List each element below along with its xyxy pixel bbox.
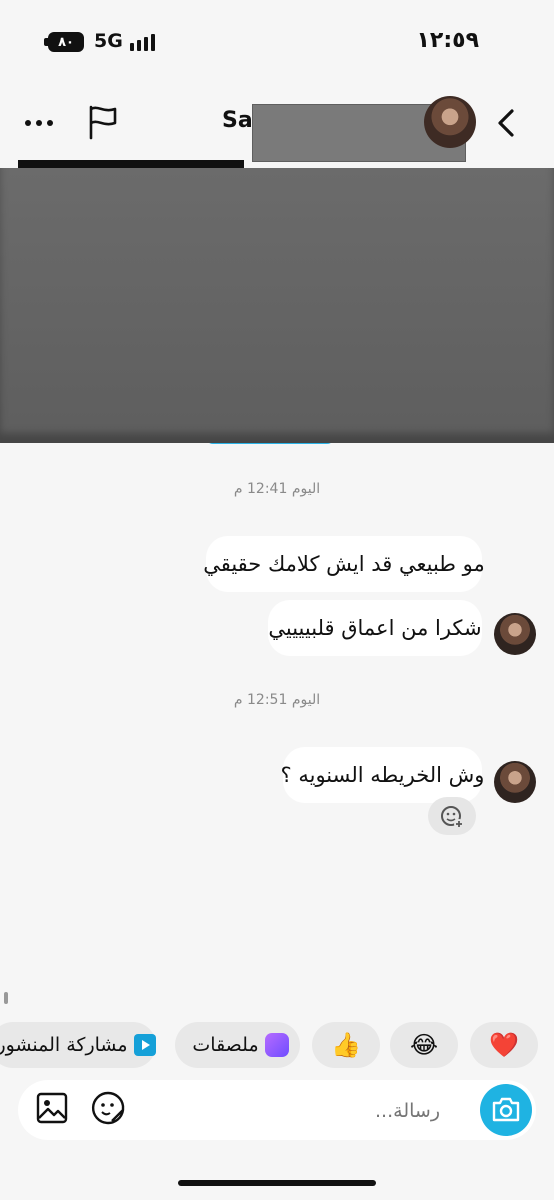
home-indicator[interactable] — [178, 1180, 376, 1186]
battery-indicator: ٨٠ — [48, 32, 84, 52]
message-bubble-sent[interactable]: مو طبيعي قد ايش كلامك حقيقي — [203, 536, 485, 592]
status-clock: ١٢:٥٩ — [416, 28, 479, 53]
share-post-button[interactable]: مشاركة المنشور — [0, 1022, 156, 1068]
sender-avatar[interactable] — [494, 613, 536, 655]
laughing-face-icon: 😂 — [409, 1031, 439, 1059]
camera-button[interactable] — [480, 1084, 532, 1136]
sticker-app-icon — [264, 1033, 289, 1057]
network-type: 5G — [94, 30, 123, 52]
gallery-icon[interactable] — [36, 1092, 68, 1124]
thumbs-up-icon: 👍 — [331, 1031, 361, 1059]
thumbs-up-button[interactable]: 👍 — [312, 1022, 380, 1068]
scrollbar[interactable] — [4, 992, 8, 1004]
message-bubble-received[interactable]: وش الخريطه السنويه ؟ — [281, 747, 484, 803]
redacted-content — [0, 168, 554, 443]
chevron-right-icon[interactable] — [492, 106, 522, 140]
flag-icon[interactable] — [86, 104, 120, 140]
add-reaction-button[interactable] — [428, 797, 476, 835]
more-icon[interactable] — [22, 108, 56, 138]
timestamp: اليوم 12:41 م — [233, 481, 321, 497]
signal-icon — [130, 33, 158, 51]
heart-icon: ❤️ — [489, 1031, 519, 1059]
add-reaction-icon — [441, 806, 464, 829]
heart-reaction-button[interactable]: ❤️ — [470, 1022, 538, 1068]
message-bubble-received[interactable]: شكرا من اعماق قلبييييي — [268, 600, 482, 656]
status-bar: ٨٠ 5G ١٢:٥٩ — [0, 0, 554, 80]
contact-avatar[interactable] — [424, 96, 476, 148]
stickers-button[interactable]: ملصقات — [175, 1022, 300, 1068]
timestamp: اليوم 12:51 م — [233, 692, 321, 708]
sticker-icon[interactable] — [90, 1090, 126, 1126]
laugh-reaction-button[interactable]: 😂 — [390, 1022, 458, 1068]
play-icon — [133, 1034, 156, 1056]
camera-icon — [492, 1097, 520, 1122]
message-input[interactable] — [138, 1092, 442, 1130]
sender-avatar[interactable] — [494, 761, 536, 803]
share-post-label: مشاركة المنشور — [0, 1034, 128, 1056]
stickers-label: ملصقات — [192, 1034, 259, 1056]
